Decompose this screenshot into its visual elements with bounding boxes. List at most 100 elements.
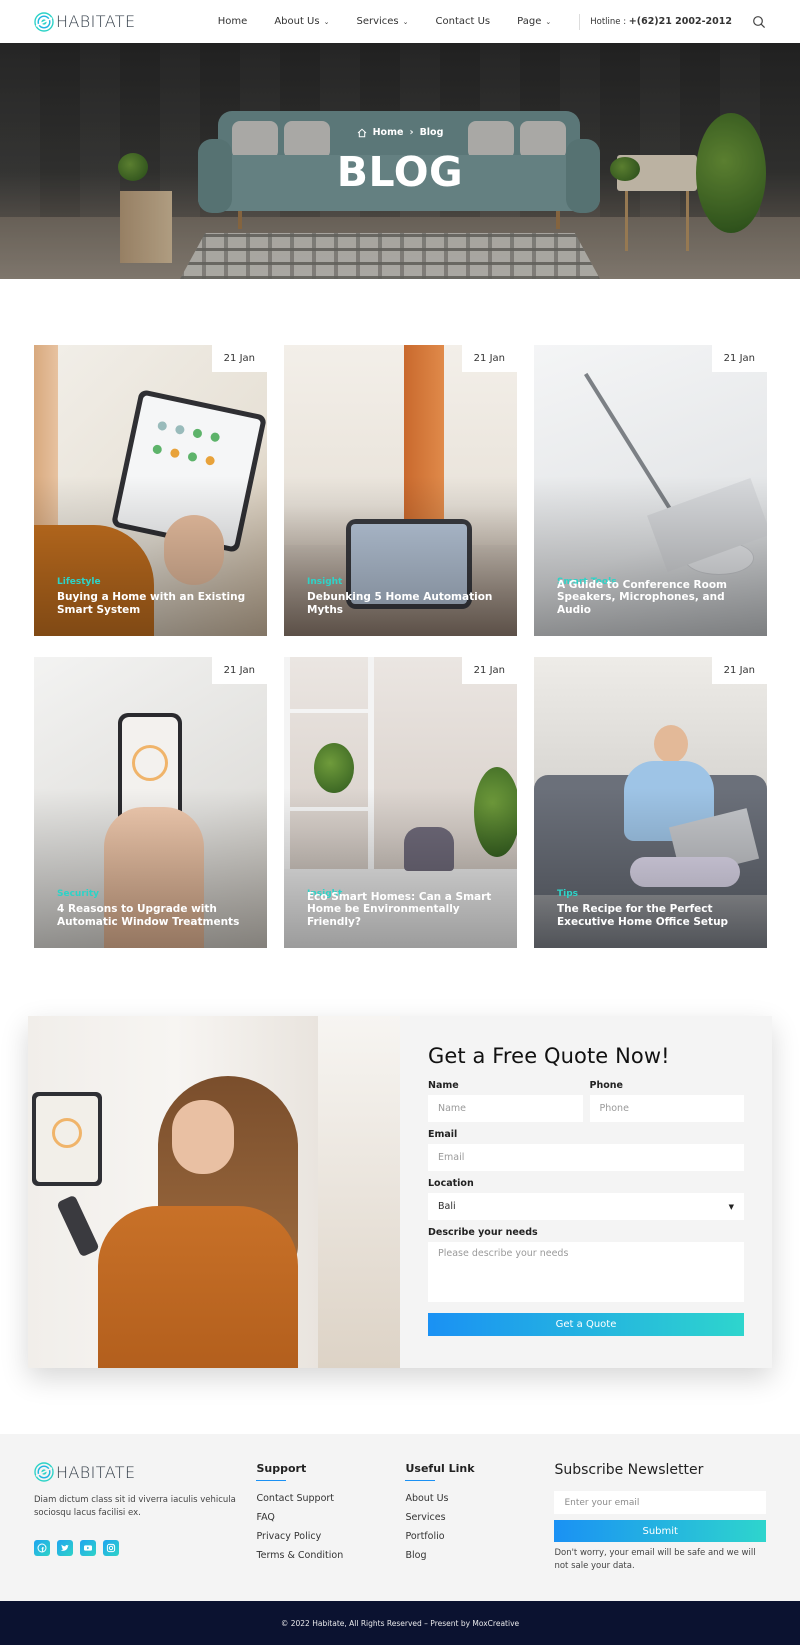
post-date: 21 Jan — [461, 657, 517, 684]
post-category[interactable]: Insight — [307, 577, 342, 587]
app-dot — [169, 447, 181, 459]
post-title[interactable]: Buying a Home with an Existing Smart Sys… — [57, 591, 247, 616]
post-title[interactable]: The Recipe for the Perfect Executive Hom… — [557, 903, 747, 928]
quote-title: Get a Free Quote Now! — [428, 1044, 670, 1068]
support-heading: Support — [256, 1462, 405, 1481]
footer-link[interactable]: Portfolio — [405, 1531, 554, 1542]
newsletter-submit-button[interactable]: Submit — [554, 1520, 767, 1542]
post-title[interactable]: Debunking 5 Home Automation Myths — [307, 591, 497, 616]
post-category[interactable]: Security — [57, 889, 99, 899]
logo-mark-icon — [34, 1462, 54, 1482]
post-date: 21 Jan — [211, 657, 267, 684]
thermostat-dial — [52, 1118, 82, 1148]
form-row: Name Phone — [428, 1080, 744, 1129]
email-label: Email — [428, 1129, 458, 1140]
nav-item-contact-us[interactable]: Contact Us — [436, 16, 491, 27]
blog-card[interactable]: 21 Jan Smart Tools A Guide to Conference… — [534, 345, 767, 636]
phone-group: Phone — [589, 1080, 744, 1122]
footer-newsletter: Subscribe Newsletter Submit Don't worry,… — [554, 1462, 767, 1601]
app-dot — [156, 420, 168, 432]
nav-label: Home — [217, 16, 248, 27]
post-category[interactable]: Tips — [557, 889, 578, 899]
blog-card[interactable]: 21 Jan Lifestyle Buying a Home with an E… — [34, 345, 267, 636]
newsletter-heading: Subscribe Newsletter — [554, 1462, 704, 1478]
twitter-icon[interactable] — [57, 1540, 73, 1556]
breadcrumb-current: Blog — [419, 127, 444, 138]
useful-heading: Useful Link — [405, 1462, 554, 1481]
footer-logo[interactable]: HABITATE — [34, 1462, 256, 1482]
facebook-icon[interactable] — [34, 1540, 50, 1556]
post-date: 21 Jan — [711, 657, 767, 684]
logo[interactable]: HABITATE — [34, 11, 136, 32]
nav-label: About Us — [274, 16, 320, 27]
newsletter-email-field[interactable] — [554, 1491, 767, 1514]
footer-about: HABITATE Diam dictum class sit id viverr… — [34, 1462, 256, 1601]
post-date: 21 Jan — [711, 345, 767, 372]
needs-label: Describe your needs — [428, 1227, 538, 1238]
site-header: HABITATE Home About Us ⌄ Services ⌄ Contac… — [0, 0, 800, 43]
caret-down-icon: ▼ — [728, 1202, 734, 1211]
person-head — [654, 725, 688, 763]
footer-support: Support Contact Support FAQ Privacy Poli… — [256, 1462, 405, 1601]
hotline-number[interactable]: +(62)21 2002-2012 — [629, 16, 732, 27]
instagram-icon[interactable] — [103, 1540, 119, 1556]
footer-link[interactable]: Terms & Condition — [256, 1550, 405, 1561]
hero-banner: Home › Blog BLOG — [0, 43, 800, 279]
nav-label: Page — [517, 16, 542, 27]
nav-label: Services — [356, 16, 399, 27]
post-title[interactable]: 4 Reasons to Upgrade with Automatic Wind… — [57, 903, 247, 928]
page-title: BLOG — [336, 148, 464, 196]
footer-link[interactable]: Blog — [405, 1550, 554, 1561]
name-label: Name — [428, 1080, 459, 1091]
logo-mark-icon — [34, 11, 54, 32]
footer-link[interactable]: Services — [405, 1512, 554, 1523]
nav-item-page[interactable]: Page ⌄ — [517, 16, 551, 27]
post-title[interactable]: Eco Smart Homes: Can a Smart Home be Env… — [307, 891, 497, 929]
footer-link[interactable]: Privacy Policy — [256, 1531, 405, 1542]
post-date: 21 Jan — [461, 345, 517, 372]
site-footer: HABITATE Diam dictum class sit id viverr… — [0, 1434, 800, 1601]
post-category[interactable]: Lifestyle — [57, 577, 101, 587]
location-select[interactable]: Bali ▼ — [428, 1193, 744, 1220]
shelf-plant — [314, 743, 354, 793]
blog-card[interactable]: 21 Jan Insight Debunking 5 Home Automati… — [284, 345, 517, 636]
logo-text: HABITATE — [56, 1462, 136, 1482]
newsletter-note: Don't worry, your email will be safe and… — [554, 1548, 756, 1571]
app-dot — [192, 428, 203, 439]
email-field[interactable] — [428, 1144, 744, 1171]
footer-useful-links: Useful Link About Us Services Portfolio … — [405, 1462, 554, 1601]
footer-link[interactable]: Contact Support — [256, 1493, 405, 1504]
nav-item-about-us[interactable]: About Us ⌄ — [274, 16, 329, 27]
nav-label: Contact Us — [435, 16, 491, 27]
hero-content: Home › Blog BLOG — [0, 127, 800, 196]
footer-link[interactable]: FAQ — [256, 1512, 405, 1523]
name-field[interactable] — [428, 1095, 583, 1122]
copyright-bar: © 2022 Habitate, All Rights Reserved – P… — [0, 1601, 800, 1645]
breadcrumb-home[interactable]: Home — [373, 127, 404, 138]
blog-grid: 21 Jan Lifestyle Buying a Home with an E… — [34, 345, 767, 948]
person-face — [172, 1100, 234, 1174]
footer-description: Diam dictum class sit id viverra iaculis… — [34, 1495, 236, 1518]
nav-item-home[interactable]: Home — [218, 16, 248, 27]
search-icon[interactable] — [752, 15, 766, 29]
phone-device — [56, 1194, 100, 1258]
chevron-down-icon: ⌄ — [402, 17, 409, 26]
blog-card[interactable]: 21 Jan Insight Eco Smart Homes: Can a Sm… — [284, 657, 517, 948]
useful-links: About Us Services Portfolio Blog — [405, 1493, 554, 1561]
blog-card[interactable]: 21 Jan Security 4 Reasons to Upgrade wit… — [34, 657, 267, 948]
nav-item-services[interactable]: Services ⌄ — [356, 16, 408, 27]
phone-field[interactable] — [589, 1095, 744, 1122]
location-label: Location — [428, 1178, 474, 1189]
copyright-text: © 2022 Habitate, All Rights Reserved – P… — [280, 1618, 520, 1628]
blog-section: 21 Jan Lifestyle Buying a Home with an E… — [0, 279, 800, 948]
post-title[interactable]: A Guide to Conference Room Speakers, Mic… — [557, 579, 747, 617]
needs-textarea[interactable] — [428, 1242, 744, 1302]
quote-form: Get a Free Quote Now! Name Phone Email L… — [400, 1016, 772, 1368]
youtube-icon[interactable] — [80, 1540, 96, 1556]
blog-card[interactable]: 21 Jan Tips The Recipe for the Perfect E… — [534, 657, 767, 948]
app-dot — [204, 455, 216, 467]
get-quote-button[interactable]: Get a Quote — [428, 1313, 744, 1336]
footer-link[interactable]: About Us — [405, 1493, 554, 1504]
name-group: Name — [428, 1080, 583, 1122]
home-icon — [357, 128, 366, 137]
